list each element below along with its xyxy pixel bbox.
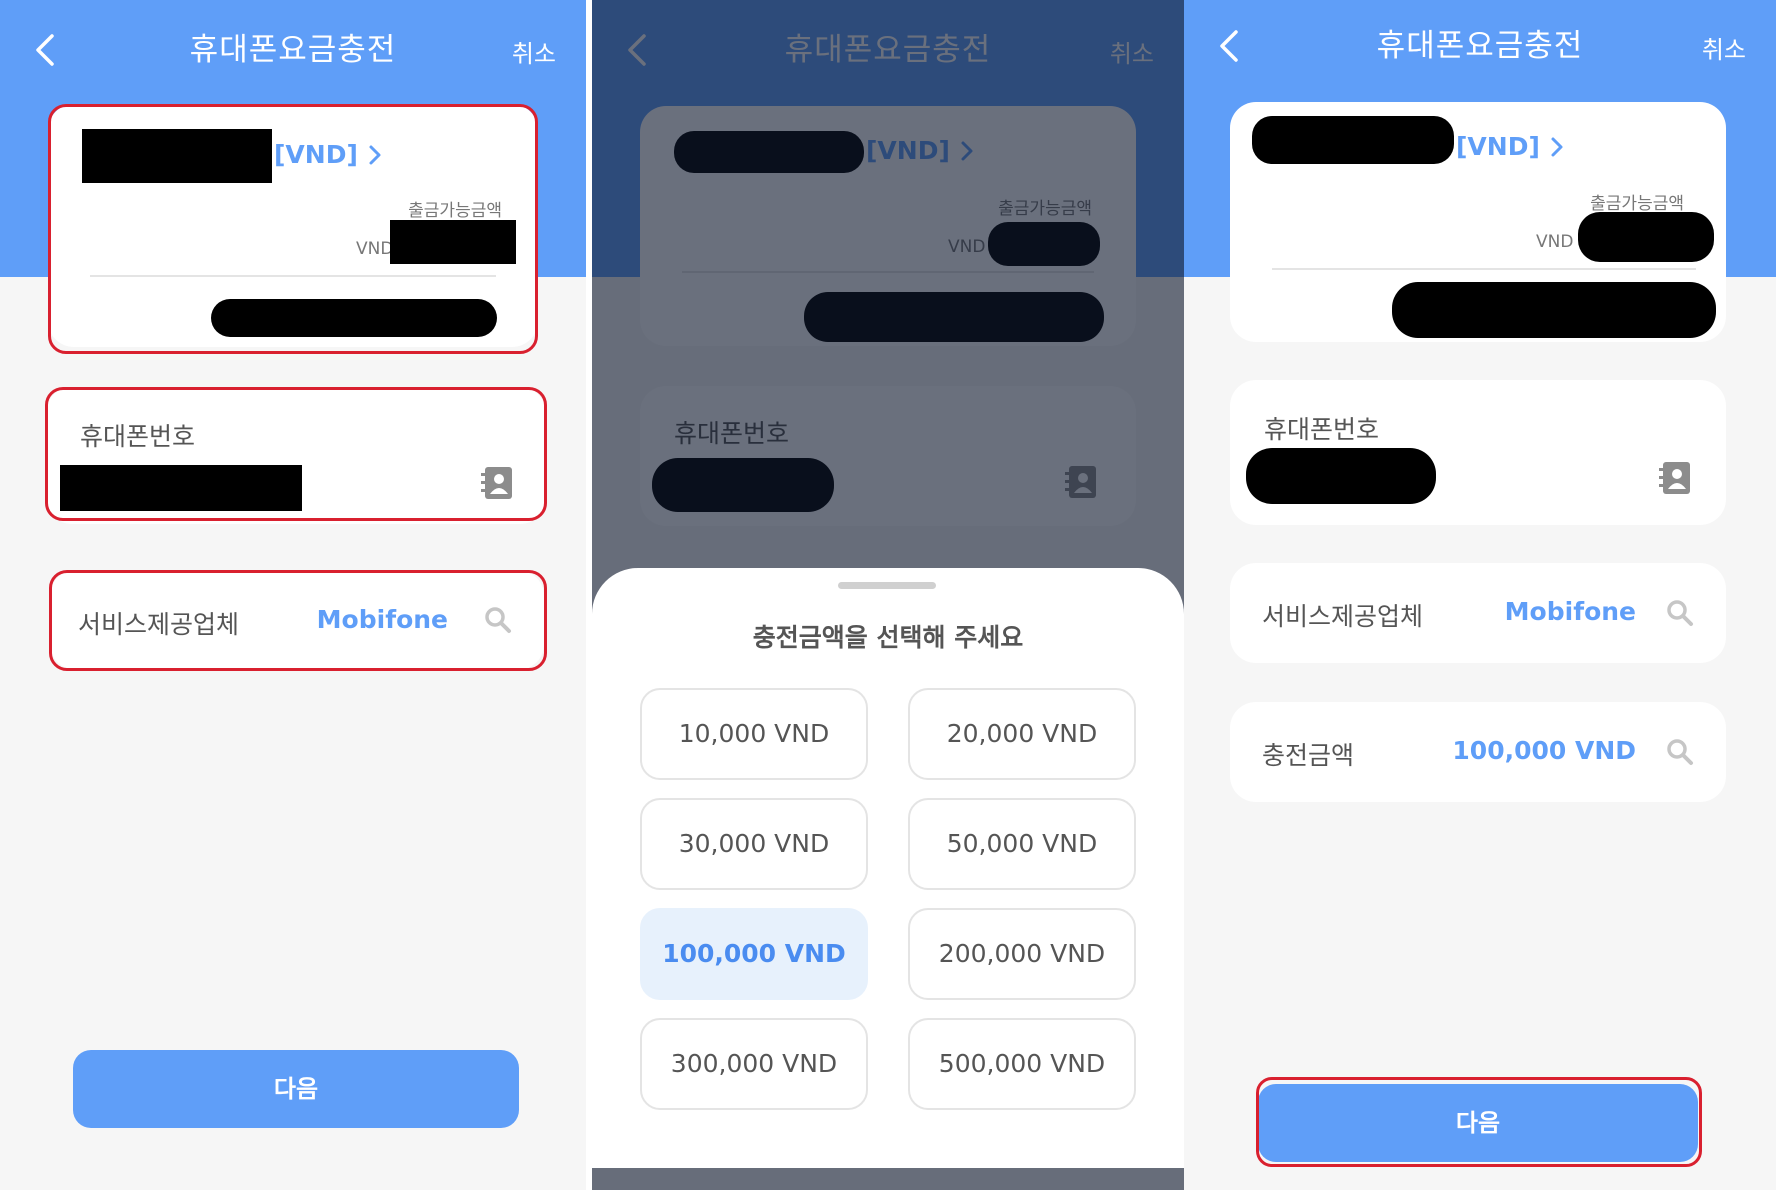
- provider-card[interactable]: 서비스제공업체 Mobifone: [1230, 563, 1726, 663]
- app-header: 휴대폰요금충전 취소: [0, 0, 586, 100]
- search-icon[interactable]: [1666, 599, 1694, 627]
- highlight-box: [1256, 1077, 1702, 1167]
- contacts-icon[interactable]: [1658, 460, 1692, 496]
- amount-option[interactable]: 500,000 VND: [908, 1018, 1136, 1110]
- highlight-box: [48, 104, 538, 354]
- next-button[interactable]: 다음: [73, 1050, 519, 1128]
- redacted-phone-number: [1246, 448, 1436, 504]
- cancel-button[interactable]: 취소: [512, 34, 556, 69]
- screen-step-2: 휴대폰요금충전 취소 [VND] 출금가능금액 VND 휴대폰번호 충전금액을 …: [592, 0, 1184, 1190]
- redacted-account-name: [1252, 116, 1454, 164]
- screen-step-1: 휴대폰요금충전 취소 [VND] 출금가능금액 VND 휴대폰번호 서비스제공업…: [0, 0, 586, 1190]
- amount-option-selected[interactable]: 100,000 VND: [640, 908, 868, 1000]
- phone-number-label: 휴대폰번호: [1264, 415, 1380, 444]
- chevron-right-icon[interactable]: [1548, 136, 1566, 158]
- charge-amount-card[interactable]: 충전금액 100,000 VND: [1230, 702, 1726, 802]
- amount-option[interactable]: 200,000 VND: [908, 908, 1136, 1000]
- cancel-button[interactable]: 취소: [1702, 30, 1746, 65]
- highlight-box: [49, 570, 547, 671]
- sheet-drag-handle[interactable]: [838, 582, 936, 589]
- provider-label: 서비스제공업체: [1262, 602, 1424, 631]
- redacted-balance: [1578, 212, 1714, 262]
- charge-amount-value: 100,000 VND: [1452, 736, 1636, 765]
- amount-option[interactable]: 50,000 VND: [908, 798, 1136, 890]
- screen-step-3: 휴대폰요금충전 취소 [VND] 출금가능금액 VND 휴대폰번호 서비스제공업…: [1184, 0, 1776, 1190]
- amount-option[interactable]: 20,000 VND: [908, 688, 1136, 780]
- sheet-title: 충전금액을 선택해 주세요: [752, 623, 1024, 652]
- amount-bottom-sheet: 충전금액을 선택해 주세요 10,000 VND 20,000 VND 30,0…: [592, 568, 1184, 1168]
- phone-number-card[interactable]: 휴대폰번호: [1230, 380, 1726, 525]
- account-currency: [VND]: [1456, 132, 1540, 161]
- divider: [1272, 268, 1696, 270]
- amount-option[interactable]: 10,000 VND: [640, 688, 868, 780]
- currency-prefix: VND: [1536, 232, 1574, 252]
- redacted-account-number: [1392, 282, 1716, 338]
- charge-amount-label: 충전금액: [1262, 741, 1355, 770]
- provider-value: Mobifone: [1504, 597, 1636, 626]
- app-header: 휴대폰요금충전 취소: [1184, 0, 1776, 100]
- page-title: 휴대폰요금충전: [189, 32, 397, 68]
- page-title: 휴대폰요금충전: [1376, 28, 1584, 64]
- amount-option[interactable]: 30,000 VND: [640, 798, 868, 890]
- account-card[interactable]: [VND] 출금가능금액 VND: [1230, 102, 1726, 342]
- search-icon[interactable]: [1666, 738, 1694, 766]
- available-amount-label: 출금가능금액: [1590, 194, 1684, 214]
- amount-option[interactable]: 300,000 VND: [640, 1018, 868, 1110]
- highlight-box: [45, 387, 547, 521]
